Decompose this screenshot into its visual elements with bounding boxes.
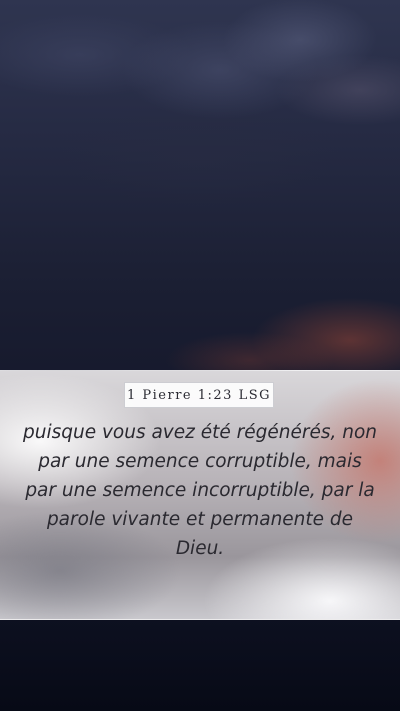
cloud-sky-background bbox=[0, 0, 400, 380]
verse-reference: 1 Pierre 1:23 LSG bbox=[126, 387, 271, 403]
verse-panel: 1 Pierre 1:23 LSG puisque vous avez été … bbox=[0, 370, 400, 620]
verse-reference-badge: 1 Pierre 1:23 LSG bbox=[124, 382, 274, 408]
verse-wallpaper: 1 Pierre 1:23 LSG puisque vous avez été … bbox=[0, 0, 400, 711]
verse-text: puisque vous avez été régénérés, non par… bbox=[22, 422, 378, 559]
dark-bottom-band bbox=[0, 618, 400, 711]
